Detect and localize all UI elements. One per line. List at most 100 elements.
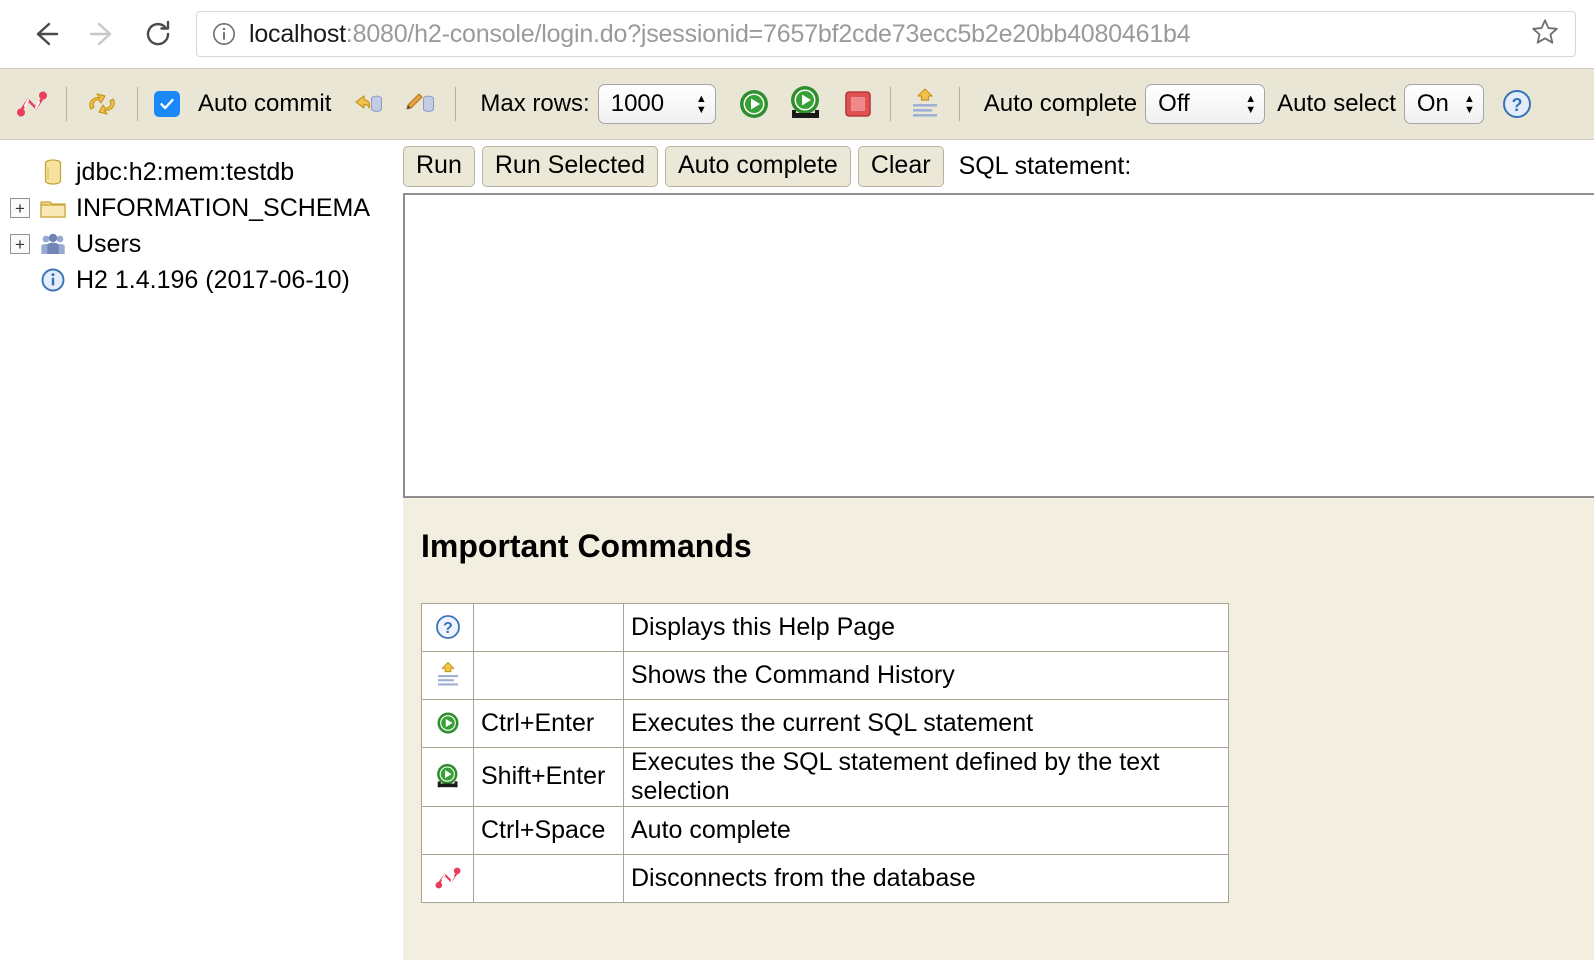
table-row: Shift+Enter Executes the SQL statement d… <box>421 746 1229 807</box>
bookmark-button[interactable] <box>1517 16 1561 53</box>
toolbar-separator <box>455 87 457 121</box>
rollback-icon[interactable] <box>347 87 387 121</box>
row-desc-cell: Disconnects from the database <box>623 853 1229 903</box>
auto-complete-value: Off <box>1158 90 1190 117</box>
auto-select-select[interactable]: On ▲ ▼ <box>1403 84 1484 124</box>
row-icon-cell: ? <box>421 602 474 652</box>
auto-commit-label: Auto commit <box>198 90 332 117</box>
expand-toggle[interactable]: + <box>10 198 30 218</box>
sidebar-item-label: Users <box>76 229 142 258</box>
row-desc-cell: Displays this Help Page <box>623 602 1229 652</box>
run-button[interactable]: Run <box>403 146 475 187</box>
commit-icon[interactable] <box>399 87 439 121</box>
refresh-icon[interactable] <box>83 87 121 121</box>
back-button[interactable] <box>18 6 74 62</box>
auto-commit-checkbox[interactable] <box>154 91 180 117</box>
auto-complete-button[interactable]: Auto complete <box>664 146 851 187</box>
run-selected-button[interactable]: Run Selected <box>481 146 658 187</box>
svg-text:?: ? <box>1511 95 1522 115</box>
disconnect-icon[interactable] <box>14 87 50 121</box>
sidebar-item-database[interactable]: jdbc:h2:mem:testdb <box>10 154 403 190</box>
sql-statement-label: SQL statement: <box>958 151 1132 180</box>
important-commands-table: ? Displays this Help Page Shows the Comm… <box>421 602 1229 903</box>
info-icon <box>38 267 68 293</box>
table-row: ? Displays this Help Page <box>421 602 1229 652</box>
address-bar[interactable]: localhost:8080/h2-console/login.do?jsess… <box>196 11 1576 57</box>
toolbar-separator <box>889 87 891 121</box>
star-icon <box>1532 18 1558 44</box>
row-desc-cell: Auto complete <box>623 805 1229 855</box>
sidebar-item-version[interactable]: H2 1.4.196 (2017-06-10) <box>10 262 403 298</box>
help-icon[interactable]: ? <box>429 612 466 642</box>
clear-button[interactable]: Clear <box>857 146 944 187</box>
h2-toolbar: Auto commit Max rows: 1000 ▲ ▼ Auto comp… <box>0 68 1594 140</box>
table-row: Ctrl+Space Auto complete <box>421 805 1229 855</box>
row-icon-cell <box>421 853 474 903</box>
auto-select-label: Auto select <box>1277 90 1396 117</box>
spinner-arrows-icon: ▲ ▼ <box>1245 92 1257 116</box>
row-key-cell <box>473 853 624 903</box>
sidebar-item-label: H2 1.4.196 (2017-06-10) <box>76 265 350 294</box>
help-icon[interactable]: ? <box>1500 87 1534 121</box>
max-rows-label: Max rows: <box>480 90 590 117</box>
browser-toolbar: localhost:8080/h2-console/login.do?jsess… <box>0 0 1594 68</box>
forward-arrow-icon <box>89 22 112 46</box>
info-circle-icon <box>213 23 235 45</box>
toolbar-separator <box>137 87 138 121</box>
sidebar-item-information-schema[interactable]: + INFORMATION_SCHEMA <box>10 190 403 226</box>
database-icon <box>38 158 68 186</box>
database-tree-sidebar: jdbc:h2:mem:testdb + INFORMATION_SCHEMA … <box>0 140 403 960</box>
row-icon-cell <box>421 698 474 748</box>
run-icon[interactable] <box>429 708 466 738</box>
folder-icon <box>38 196 68 220</box>
row-desc-cell: Shows the Command History <box>623 650 1229 700</box>
spinner-arrows-icon: ▲ ▼ <box>695 92 707 116</box>
check-icon <box>160 98 174 110</box>
reload-icon <box>146 20 170 46</box>
auto-complete-select[interactable]: Off ▲ ▼ <box>1145 84 1266 124</box>
history-icon[interactable] <box>429 658 466 692</box>
main-content: jdbc:h2:mem:testdb + INFORMATION_SCHEMA … <box>0 140 1594 960</box>
row-key-cell: Ctrl+Enter <box>473 698 624 748</box>
row-key-cell <box>473 602 624 652</box>
svg-text:?: ? <box>443 620 453 637</box>
expand-toggle[interactable]: + <box>10 234 30 254</box>
table-row: Disconnects from the database <box>421 853 1229 903</box>
sidebar-item-label: jdbc:h2:mem:testdb <box>76 157 295 186</box>
sidebar-item-users[interactable]: + Users <box>10 226 403 262</box>
toolbar-separator <box>958 87 960 121</box>
page-title: Important Commands <box>421 527 752 564</box>
row-icon-cell <box>421 805 474 855</box>
back-arrow-icon <box>36 22 59 46</box>
row-key-cell <box>473 650 624 700</box>
sql-input[interactable] <box>403 192 1594 498</box>
row-icon-cell <box>421 650 474 700</box>
run-selected-icon[interactable] <box>784 84 828 124</box>
max-rows-value: 1000 <box>610 90 665 117</box>
reload-button[interactable] <box>130 6 186 62</box>
sql-command-bar: Run Run Selected Auto complete Clear SQL… <box>403 140 1594 193</box>
row-key-cell: Ctrl+Space <box>473 805 624 855</box>
run-icon[interactable] <box>734 86 774 122</box>
table-row: Ctrl+Enter Executes the current SQL stat… <box>421 698 1229 748</box>
row-desc-cell: Executes the SQL statement defined by th… <box>623 746 1229 807</box>
auto-select-value: On <box>1416 90 1449 117</box>
auto-complete-label: Auto complete <box>983 90 1138 117</box>
spinner-arrows-icon: ▲ ▼ <box>1464 92 1475 116</box>
stop-icon[interactable] <box>842 88 874 120</box>
run-selected-icon[interactable] <box>429 761 466 793</box>
row-key-cell: Shift+Enter <box>473 746 624 807</box>
history-icon[interactable] <box>907 85 943 123</box>
toolbar-separator <box>66 87 67 121</box>
help-content-area: Important Commands ? Displays this Help … <box>403 497 1594 960</box>
users-icon <box>38 231 68 257</box>
forward-button[interactable] <box>74 6 130 62</box>
url-path: :8080/h2-console/login.do?jsessionid=765… <box>345 19 1191 48</box>
row-desc-cell: Executes the current SQL statement <box>623 698 1229 748</box>
table-row: Shows the Command History <box>421 650 1229 700</box>
sidebar-item-label: INFORMATION_SCHEMA <box>76 193 370 222</box>
row-icon-cell <box>421 746 474 807</box>
max-rows-select[interactable]: 1000 ▲ ▼ <box>597 84 716 124</box>
url-text: localhost:8080/h2-console/login.do?jsess… <box>249 19 1191 49</box>
disconnect-icon[interactable] <box>429 863 466 893</box>
